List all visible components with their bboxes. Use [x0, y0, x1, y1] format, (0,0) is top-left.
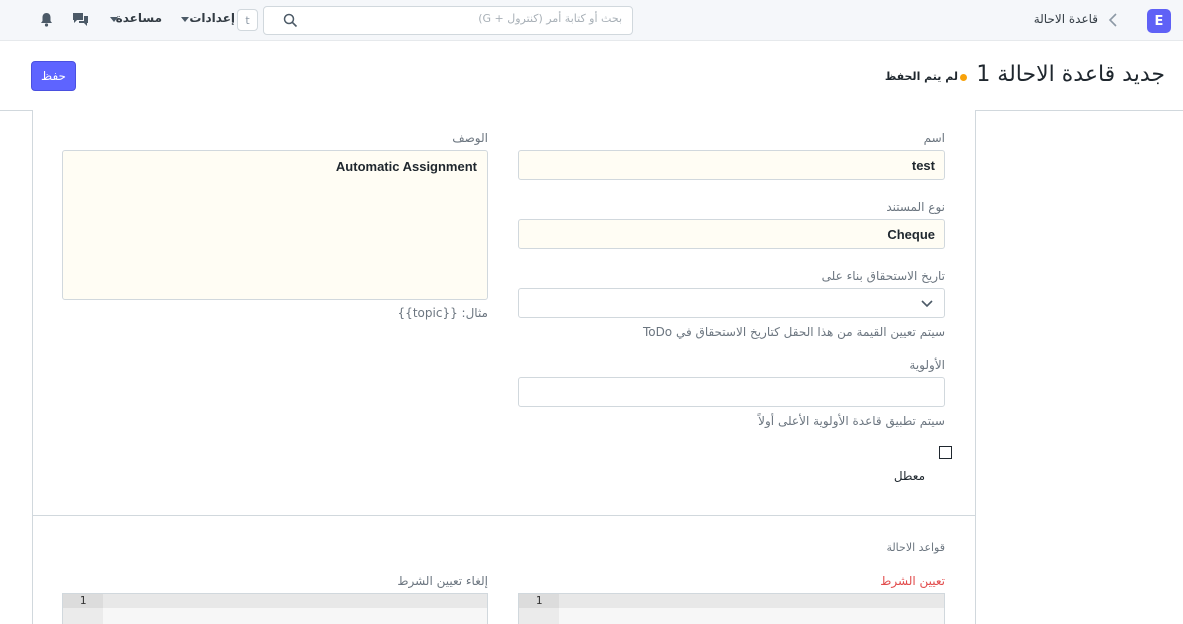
unsaved-indicator-dot [960, 74, 967, 81]
help-dropdown[interactable]: مساعدة [108, 11, 162, 29]
priority-input[interactable] [518, 377, 945, 407]
settings-label: إعدادات [189, 11, 235, 25]
keyboard-shortcut-hint: t [237, 9, 258, 31]
page-title: جديد قاعدة الاحالة 1 [976, 62, 1165, 87]
disabled-checkbox[interactable] [939, 446, 952, 459]
unsaved-status: لم يتم الحفظ [884, 70, 958, 83]
document-type-label: نوع المستند [886, 200, 945, 214]
section-divider [32, 515, 976, 516]
line-number: 1 [519, 594, 559, 608]
notification-bell-icon[interactable] [40, 12, 53, 27]
breadcrumb-item[interactable]: قاعدة الاحالة [960, 12, 1098, 26]
name-label: اسم [923, 131, 945, 145]
unassign-condition-label: إلغاء تعيين الشرط [397, 574, 488, 588]
chevron-down-icon [921, 300, 933, 308]
description-help-text: مثال: {{topic}} [397, 306, 488, 320]
settings-dropdown[interactable]: إعدادات [181, 11, 235, 29]
line-number: 1 [63, 594, 103, 608]
active-line-highlight [103, 594, 487, 608]
chat-icon[interactable] [72, 12, 89, 27]
app-logo[interactable]: E [1147, 9, 1171, 33]
priority-help-text: سيتم تطبيق قاعدة الأولوية الأعلى أولاً [758, 414, 945, 428]
description-textarea[interactable]: Automatic Assignment [62, 150, 488, 300]
search-icon [283, 13, 298, 28]
help-label: مساعدة [115, 11, 162, 25]
due-date-based-on-select[interactable] [518, 288, 945, 318]
assignment-rules-section-title: قواعد الاحالة [886, 541, 945, 554]
due-date-help-text: سيتم تعيين القيمة من هذا الحقل كتاريخ ال… [642, 325, 945, 339]
disabled-label: معطل [893, 469, 925, 483]
document-type-input[interactable]: Cheque [518, 219, 945, 249]
unassign-condition-code-editor[interactable]: 1 [62, 593, 488, 624]
description-label: الوصف [452, 131, 488, 145]
caret-down-icon [181, 17, 189, 22]
save-button[interactable]: حفظ [31, 61, 76, 91]
assign-condition-code-editor[interactable]: 1 [518, 593, 945, 624]
active-line-highlight [559, 594, 944, 608]
due-date-based-on-label: تاريخ الاستحقاق بناء على [821, 269, 945, 283]
search-placeholder: بحث أو كتابة أمر (كنترول + G) [478, 12, 622, 25]
chevron-left-icon [1108, 13, 1117, 27]
name-input[interactable]: test [518, 150, 945, 180]
assign-condition-label: تعيين الشرط [880, 574, 945, 588]
priority-label: الأولوية [909, 358, 945, 372]
